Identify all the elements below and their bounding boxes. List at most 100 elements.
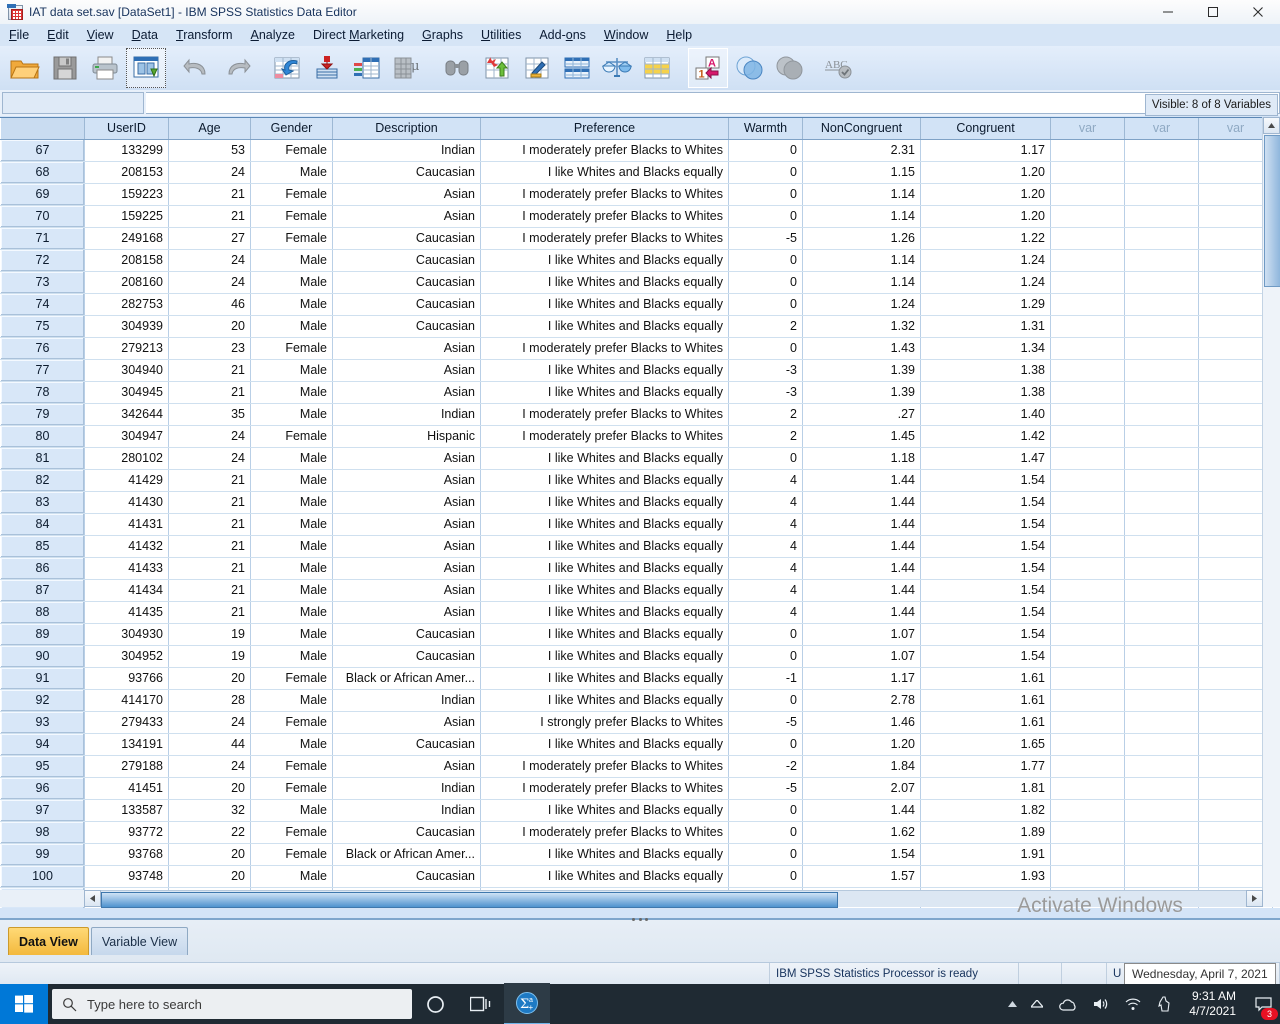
cell-Description[interactable]: Asian	[332, 711, 481, 734]
table-row[interactable]: 80 304947 24 Female Hispanic I moderately pre…	[0, 424, 1273, 448]
cell-Preference[interactable]: I like Whites and Blacks equally	[480, 293, 729, 316]
cell-Gender[interactable]: Male	[250, 381, 333, 404]
table-row[interactable]: 83 41430 21 Male Asian I like Whites and Blac…	[0, 490, 1273, 514]
cell-Description[interactable]: Caucasian	[332, 161, 481, 184]
cell-Congruent[interactable]: 1.20	[920, 183, 1051, 206]
cell-Age[interactable]: 23	[168, 337, 251, 360]
cell-Warmth[interactable]: 0	[728, 733, 803, 756]
search-box[interactable]: Type here to search	[52, 989, 412, 1019]
cell-UserID[interactable]: 159223	[84, 183, 169, 206]
row-header[interactable]: 86	[0, 556, 85, 580]
cell-NonCongruent[interactable]: 1.20	[802, 733, 921, 756]
table-row[interactable]: 68 208153 24 Male Caucasian I like Whites and…	[0, 160, 1273, 184]
empty-cell[interactable]	[1050, 755, 1125, 778]
empty-cell[interactable]	[1124, 315, 1199, 338]
cell-Description[interactable]: Asian	[332, 601, 481, 624]
cell-Age[interactable]: 24	[168, 755, 251, 778]
cell-Congruent[interactable]: 1.38	[920, 381, 1051, 404]
cell-UserID[interactable]: 279213	[84, 337, 169, 360]
cell-Preference[interactable]: I moderately prefer Blacks to Whites	[480, 777, 729, 800]
column-header-Preference[interactable]: Preference	[480, 118, 729, 140]
cell-UserID[interactable]: 41432	[84, 535, 169, 558]
cell-Congruent[interactable]: 1.77	[920, 755, 1051, 778]
empty-cell[interactable]	[1050, 667, 1125, 690]
cell-UserID[interactable]: 93748	[84, 865, 169, 888]
row-header[interactable]: 99	[0, 842, 85, 866]
cell-UserID[interactable]: 133299	[84, 139, 169, 162]
open-file-icon[interactable]	[6, 49, 44, 87]
redo-icon[interactable]	[218, 49, 256, 87]
column-header-Congruent[interactable]: Congruent	[920, 118, 1051, 140]
cell-NonCongruent[interactable]: 1.84	[802, 755, 921, 778]
cell-Warmth[interactable]: -2	[728, 755, 803, 778]
split-handle[interactable]	[632, 917, 648, 922]
empty-cell[interactable]	[1050, 799, 1125, 822]
cell-Gender[interactable]: Male	[250, 513, 333, 536]
cell-reference-input[interactable]	[2, 92, 144, 114]
cell-Preference[interactable]: I moderately prefer Blacks to Whites	[480, 139, 729, 162]
menu-item-view[interactable]: View	[78, 25, 123, 45]
cell-Age[interactable]: 21	[168, 205, 251, 228]
empty-cell[interactable]	[1124, 381, 1199, 404]
cell-Preference[interactable]: I moderately prefer Blacks to Whites	[480, 205, 729, 228]
cell-Warmth[interactable]: 4	[728, 535, 803, 558]
cell-Preference[interactable]: I moderately prefer Blacks to Whites	[480, 821, 729, 844]
cell-NonCongruent[interactable]: 1.46	[802, 711, 921, 734]
empty-cell[interactable]	[1124, 161, 1199, 184]
cell-Preference[interactable]: I like Whites and Blacks equally	[480, 381, 729, 404]
row-header[interactable]: 95	[0, 754, 85, 778]
horizontal-scroll-thumb[interactable]	[101, 892, 838, 908]
table-row[interactable]: 69 159223 21 Female Asian I moderately prefer…	[0, 182, 1273, 206]
cell-NonCongruent[interactable]: 1.62	[802, 821, 921, 844]
cell-Congruent[interactable]: 1.54	[920, 491, 1051, 514]
cell-Preference[interactable]: I moderately prefer Blacks to Whites	[480, 403, 729, 426]
cell-Preference[interactable]: I like Whites and Blacks equally	[480, 161, 729, 184]
cell-Description[interactable]: Caucasian	[332, 821, 481, 844]
cell-Age[interactable]: 21	[168, 601, 251, 624]
cell-Gender[interactable]: Female	[250, 843, 333, 866]
network-icon[interactable]	[1117, 984, 1149, 1024]
cell-Gender[interactable]: Male	[250, 535, 333, 558]
cell-Preference[interactable]: I strongly prefer Blacks to Whites	[480, 711, 729, 734]
cell-Gender[interactable]: Male	[250, 161, 333, 184]
cell-UserID[interactable]: 279188	[84, 755, 169, 778]
row-header[interactable]: 85	[0, 534, 85, 558]
cell-UserID[interactable]: 282753	[84, 293, 169, 316]
cell-Gender[interactable]: Male	[250, 557, 333, 580]
table-row[interactable]: 77 304940 21 Male Asian I like Whites and Bla…	[0, 358, 1273, 382]
cell-Age[interactable]: 32	[168, 799, 251, 822]
cell-Gender[interactable]: Male	[250, 403, 333, 426]
cell-NonCongruent[interactable]: 1.44	[802, 799, 921, 822]
show-all-variables-icon[interactable]	[770, 49, 808, 87]
cell-Preference[interactable]: I like Whites and Blacks equally	[480, 799, 729, 822]
print-icon[interactable]	[86, 49, 124, 87]
cell-Age[interactable]: 24	[168, 447, 251, 470]
cell-Congruent[interactable]: 1.82	[920, 799, 1051, 822]
empty-cell[interactable]	[1050, 491, 1125, 514]
cell-Age[interactable]: 21	[168, 183, 251, 206]
empty-cell[interactable]	[1124, 293, 1199, 316]
cell-UserID[interactable]: 414170	[84, 689, 169, 712]
menu-item-direct-marketing[interactable]: Direct Marketing	[304, 25, 413, 45]
tray-scroll-arrows[interactable]	[1002, 984, 1023, 1024]
empty-cell[interactable]	[1124, 579, 1199, 602]
empty-cell[interactable]	[1124, 557, 1199, 580]
cell-Preference[interactable]: I like Whites and Blacks equally	[480, 513, 729, 536]
column-header-Description[interactable]: Description	[332, 118, 481, 140]
cell-Gender[interactable]: Female	[250, 227, 333, 250]
cell-UserID[interactable]: 41429	[84, 469, 169, 492]
cell-Age[interactable]: 19	[168, 645, 251, 668]
cell-Description[interactable]: Indian	[332, 777, 481, 800]
cell-UserID[interactable]: 304930	[84, 623, 169, 646]
empty-cell[interactable]	[1050, 557, 1125, 580]
cell-Age[interactable]: 35	[168, 403, 251, 426]
cell-Age[interactable]: 21	[168, 491, 251, 514]
cell-Preference[interactable]: I like Whites and Blacks equally	[480, 733, 729, 756]
table-row[interactable]: 99 93768 20 Female Black or African Amer... I…	[0, 842, 1273, 866]
cell-Congruent[interactable]: 1.34	[920, 337, 1051, 360]
cell-NonCongruent[interactable]: 1.44	[802, 579, 921, 602]
cell-Warmth[interactable]: 0	[728, 205, 803, 228]
empty-cell[interactable]	[1050, 711, 1125, 734]
empty-cell[interactable]	[1124, 403, 1199, 426]
cell-Age[interactable]: 53	[168, 139, 251, 162]
